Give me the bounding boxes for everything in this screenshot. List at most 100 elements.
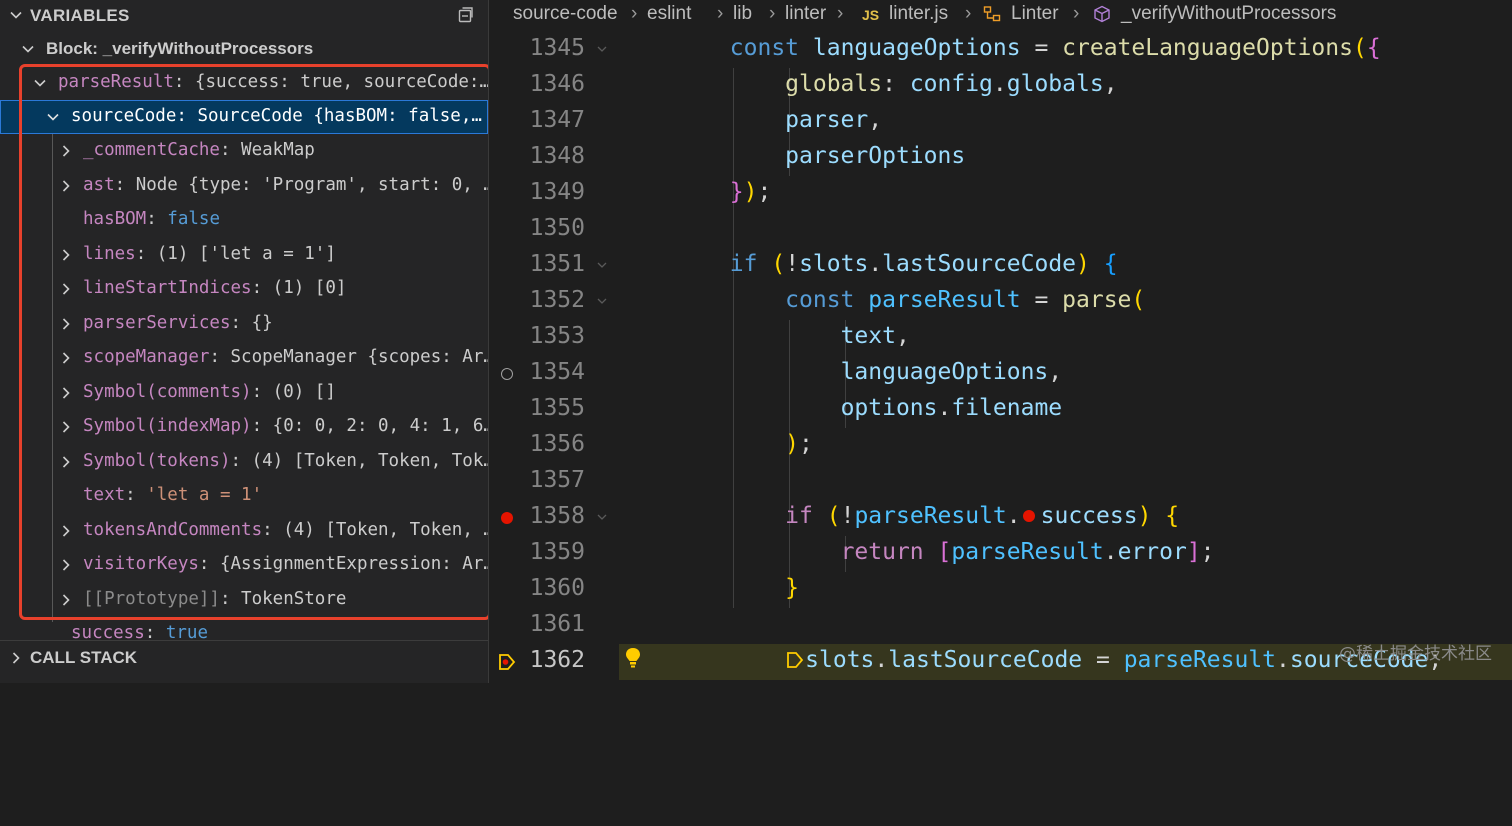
variable-row-parseResult[interactable]: parseResult: {success: true, sourceCode:… bbox=[0, 66, 488, 100]
code-editor: source-code › eslint › lib › linter › JS… bbox=[489, 0, 1512, 683]
variable-row-tokensAndComments[interactable]: tokensAndComments: (4) [Token, Token, … bbox=[0, 514, 488, 548]
line-number[interactable]: 1345 bbox=[523, 35, 585, 61]
variable-row-text[interactable]: text: 'let a = 1' bbox=[0, 479, 488, 513]
line-number[interactable]: 1352 bbox=[523, 287, 585, 313]
fold-chevron-icon[interactable] bbox=[595, 42, 609, 56]
variable-value: {} bbox=[251, 313, 273, 333]
variable-row-lineStartIndices[interactable]: lineStartIndices: (1) [0] bbox=[0, 272, 488, 306]
code-line: 1352 const parseResult = parse( bbox=[489, 284, 1512, 320]
variable-value: SourceCode {hasBOM: false,… bbox=[197, 106, 482, 126]
variable-value: WeakMap bbox=[241, 140, 315, 160]
variable-value: (1) ['let a = 1'] bbox=[156, 244, 336, 264]
variable-key: Symbol(indexMap) bbox=[83, 416, 252, 436]
variable-row-success[interactable]: success: true bbox=[0, 617, 488, 641]
variable-row-parserServices[interactable]: parserServices: {} bbox=[0, 307, 488, 341]
chevron-right-icon bbox=[62, 456, 70, 468]
variable-key: success bbox=[71, 623, 145, 641]
variable-value: (1) [0] bbox=[272, 278, 347, 298]
chevron-right-icon bbox=[12, 652, 20, 664]
variable-key: text bbox=[83, 485, 126, 505]
class-icon bbox=[983, 6, 1001, 22]
variable-row-visitorKeys[interactable]: visitorKeys: {AssignmentExpression: Ar… bbox=[0, 548, 488, 582]
line-number[interactable]: 1347 bbox=[523, 107, 585, 133]
variable-value: (4) [Token, Token, Tok… bbox=[251, 451, 488, 471]
breadcrumb-item[interactable]: lib bbox=[733, 3, 752, 25]
variable-value: 'let a = 1' bbox=[146, 485, 263, 505]
chevron-right-icon bbox=[62, 594, 70, 606]
variable-row-symbol-comments[interactable]: Symbol(comments): (0) [] bbox=[0, 376, 488, 410]
line-number[interactable]: 1351 bbox=[523, 251, 585, 277]
breadcrumb-item[interactable]: Linter bbox=[1011, 3, 1059, 25]
variable-key: hasBOM bbox=[83, 209, 147, 229]
code-line: 1346 globals: config.globals, bbox=[489, 68, 1512, 104]
variable-value: ScopeManager {scopes: Ar… bbox=[230, 347, 488, 367]
variable-key: Symbol(comments) bbox=[83, 382, 252, 402]
variable-value: false bbox=[167, 209, 220, 229]
variable-key: Symbol(tokens) bbox=[83, 451, 231, 471]
breadcrumb-item[interactable]: eslint bbox=[647, 3, 691, 25]
line-number[interactable]: 1358 bbox=[523, 503, 585, 529]
line-number[interactable]: 1355 bbox=[523, 395, 585, 421]
breadcrumb-item[interactable]: source-code bbox=[513, 3, 618, 25]
variable-row-symbol-tokens[interactable]: Symbol(tokens): (4) [Token, Token, Tok… bbox=[0, 445, 488, 479]
fold-chevron-icon[interactable] bbox=[595, 258, 609, 272]
variable-row-hasBOM[interactable]: hasBOM: false bbox=[0, 203, 488, 237]
variable-row-lines[interactable]: lines: (1) ['let a = 1'] bbox=[0, 238, 488, 272]
chevron-right-icon bbox=[62, 525, 70, 537]
line-number[interactable]: 1349 bbox=[523, 179, 585, 205]
variable-value: Node {type: 'Program', start: 0, … bbox=[135, 175, 488, 195]
fold-chevron-icon[interactable] bbox=[595, 294, 609, 308]
code-line: 1359 return [parseResult.error]; bbox=[489, 536, 1512, 572]
chevron-right-icon bbox=[62, 180, 70, 192]
breadcrumb-item[interactable]: linter.js bbox=[889, 3, 948, 25]
breadcrumb-item[interactable]: _verifyWithoutProcessors bbox=[1121, 3, 1336, 25]
call-stack-header[interactable]: CALL STACK bbox=[0, 640, 488, 683]
line-number[interactable]: 1353 bbox=[523, 323, 585, 349]
variable-key: [[Prototype]] bbox=[83, 589, 220, 609]
line-number[interactable]: 1360 bbox=[523, 575, 585, 601]
variable-row-sourceCode[interactable]: sourceCode: SourceCode {hasBOM: false,… bbox=[0, 100, 488, 134]
variable-row-scopeManager[interactable]: scopeManager: ScopeManager {scopes: Ar… bbox=[0, 341, 488, 375]
variable-key: parserServices bbox=[83, 313, 231, 333]
code-line: 1351 if (!slots.lastSourceCode) { bbox=[489, 248, 1512, 284]
variable-value: TokenStore bbox=[241, 589, 347, 609]
collapse-all-icon[interactable] bbox=[455, 5, 475, 25]
breakpoint-icon[interactable] bbox=[501, 512, 513, 524]
variable-key: lines bbox=[83, 244, 136, 264]
debug-variables-panel: VARIABLES Block: _verifyWithoutProcessor… bbox=[0, 0, 488, 683]
fold-chevron-icon[interactable] bbox=[595, 510, 609, 524]
line-number[interactable]: 1359 bbox=[523, 539, 585, 565]
line-number[interactable]: 1361 bbox=[523, 611, 585, 637]
line-number[interactable]: 1357 bbox=[523, 467, 585, 493]
variable-row-symbol-indexMap[interactable]: Symbol(indexMap): {0: 0, 2: 0, 4: 1, 6… bbox=[0, 410, 488, 444]
code-line: 1345 const languageOptions = createLangu… bbox=[489, 32, 1512, 68]
line-number[interactable]: 1362 bbox=[523, 647, 585, 673]
line-number[interactable]: 1350 bbox=[523, 215, 585, 241]
chevron-right-icon bbox=[62, 318, 70, 330]
line-number[interactable]: 1354 bbox=[523, 359, 585, 385]
variable-row-commentCache[interactable]: _commentCache: WeakMap bbox=[0, 134, 488, 168]
line-number[interactable]: 1356 bbox=[523, 431, 585, 457]
variable-key: tokensAndComments bbox=[83, 520, 263, 540]
line-number[interactable]: 1346 bbox=[523, 71, 585, 97]
breadcrumb: source-code › eslint › lib › linter › JS… bbox=[513, 3, 1337, 25]
variable-value: {AssignmentExpression: Ar… bbox=[219, 554, 488, 574]
code-area[interactable]: 1345 const languageOptions = createLangu… bbox=[489, 32, 1512, 683]
method-icon bbox=[1094, 5, 1110, 23]
chevron-right-icon bbox=[62, 283, 70, 295]
inline-breakpoint-icon[interactable] bbox=[1022, 509, 1035, 522]
code-line: 1348 parserOptions bbox=[489, 140, 1512, 176]
variable-key: ast bbox=[83, 175, 115, 195]
variables-header[interactable]: VARIABLES bbox=[0, 0, 488, 30]
line-number[interactable]: 1348 bbox=[523, 143, 585, 169]
code-line: 1354 languageOptions, bbox=[489, 356, 1512, 392]
code-line: 1350 bbox=[489, 212, 1512, 248]
code-line: 1358 if (!parseResult. success) { bbox=[489, 500, 1512, 536]
variable-value: (0) [] bbox=[272, 382, 336, 402]
code-line: 1356 ); bbox=[489, 428, 1512, 464]
variable-row-ast[interactable]: ast: Node {type: 'Program', start: 0, … bbox=[0, 169, 488, 203]
variable-row-prototype[interactable]: [[Prototype]]: TokenStore bbox=[0, 583, 488, 617]
inactive-breakpoint-icon[interactable] bbox=[501, 368, 513, 380]
breadcrumb-item[interactable]: linter bbox=[785, 3, 826, 25]
scope-block-row[interactable]: Block: _verifyWithoutProcessors bbox=[0, 34, 488, 64]
